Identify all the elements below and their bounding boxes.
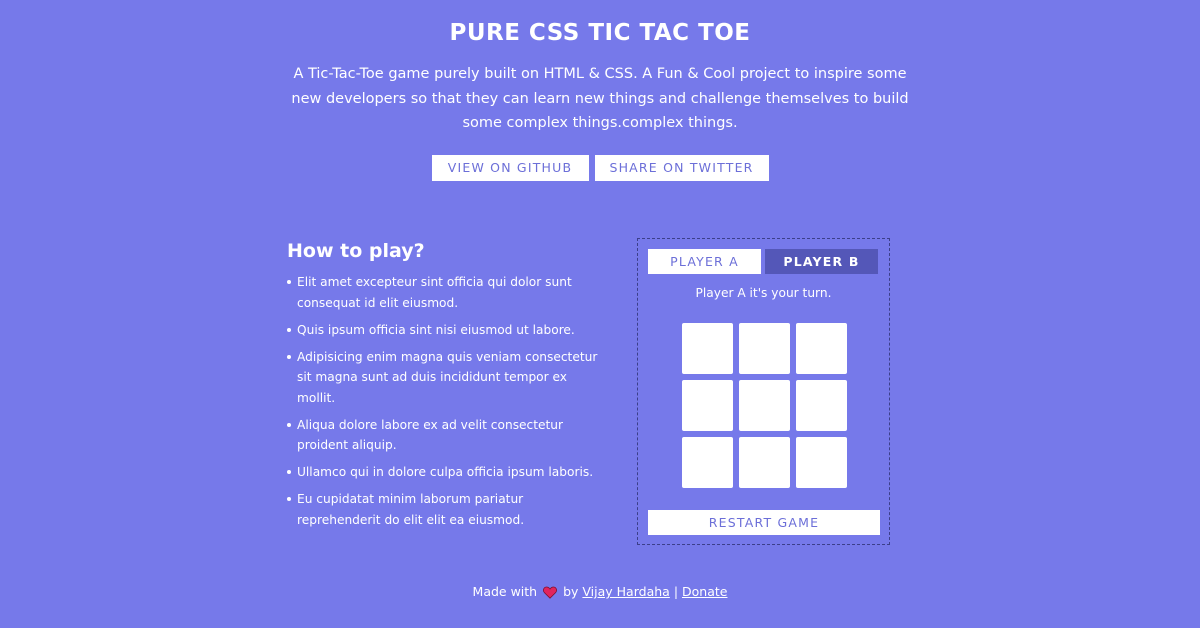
by-text: by [563,584,579,599]
rule-item: Elit amet excepteur sint officia qui dol… [287,272,607,313]
page-header: PURE CSS TIC TAC TOE A Tic-Tac-Toe game … [0,0,1200,181]
restart-game-button[interactable]: RESTART GAME [648,510,880,535]
author-link[interactable]: Vijay Hardaha [582,584,669,599]
board-cell-9[interactable] [796,437,847,488]
board-cell-4[interactable] [682,380,733,431]
share-on-twitter-button[interactable]: SHARE ON TWITTER [594,154,769,181]
how-to-play-title: How to play? [287,240,425,262]
view-on-github-button[interactable]: VIEW ON GITHUB [431,154,589,181]
rules-list: Elit amet excepteur sint officia qui dol… [287,272,607,530]
header-buttons: VIEW ON GITHUB SHARE ON TWITTER [0,154,1200,181]
intro-text: A Tic-Tac-Toe game purely built on HTML … [291,66,909,131]
heart-icon [543,586,558,604]
game-panel: PLAYER A PLAYER B Player A it's your tur… [637,238,890,545]
board-cell-6[interactable] [796,380,847,431]
player-tabs: PLAYER A PLAYER B [648,249,878,274]
rule-item: Quis ipsum officia sint nisi eiusmod ut … [287,320,607,341]
rule-item: Eu cupidatat minim laborum pariatur repr… [287,489,607,530]
player-a-tab[interactable]: PLAYER A [648,249,761,274]
footer-separator: | [673,584,679,599]
game-board [682,323,847,488]
rule-item: Ullamco qui in dolore culpa officia ipsu… [287,462,607,483]
player-b-tab[interactable]: PLAYER B [765,249,878,274]
board-cell-3[interactable] [796,323,847,374]
board-cell-5[interactable] [739,380,790,431]
board-cell-2[interactable] [739,323,790,374]
page-title: PURE CSS TIC TAC TOE [449,20,751,46]
rule-item: Adipisicing enim magna quis veniam conse… [287,347,607,409]
board-cell-1[interactable] [682,323,733,374]
how-to-play-section: How to play? Elit amet excepteur sint of… [287,238,607,537]
board-cell-7[interactable] [682,437,733,488]
donate-link[interactable]: Donate [682,584,727,599]
rule-item: Aliqua dolore labore ex ad velit consect… [287,415,607,456]
board-cell-8[interactable] [739,437,790,488]
footer: Made with by Vijay Hardaha | Donate [0,583,1200,604]
made-with-text: Made with [472,584,538,599]
turn-indicator: Player A it's your turn. [695,286,832,300]
